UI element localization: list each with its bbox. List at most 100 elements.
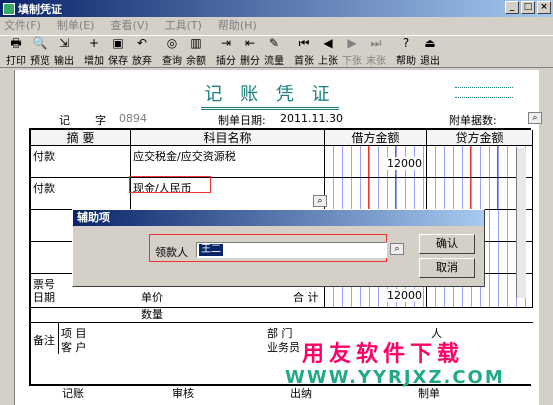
- toolbar-button[interactable]: 🔍 预览: [28, 36, 52, 67]
- date-label: 制单日期:: [218, 114, 266, 127]
- menu-view[interactable]: 查看(V): [110, 17, 148, 33]
- debit-cell[interactable]: [325, 178, 427, 209]
- app-icon: [3, 2, 15, 15]
- price-label: 单价: [141, 291, 163, 304]
- toolbar-button[interactable]: ⇤ 删分: [238, 36, 262, 67]
- col-debit: 借方金额: [325, 130, 427, 145]
- toolbar-button[interactable]: ▶ 下张: [340, 36, 364, 67]
- search-icon[interactable]: ⌕: [528, 112, 542, 124]
- voucher-type[interactable]: 记: [59, 112, 70, 128]
- toolbar-label: 查询: [162, 56, 182, 67]
- toolbar-label: 增加: [84, 56, 104, 67]
- toolbar-button[interactable]: ◀ 上张: [316, 36, 340, 67]
- toolbar-button[interactable]: + 增加: [82, 36, 106, 67]
- table-row[interactable]: 付款 现金/人民币 ⌕: [31, 178, 533, 210]
- dialog-title: 辅助项: [73, 210, 484, 226]
- debit-cell[interactable]: 12000: [325, 146, 427, 177]
- summary-cell[interactable]: 付款: [31, 178, 131, 209]
- toolbar-label: 下张: [342, 56, 362, 67]
- toolbar-button[interactable]: ⇥ 插分: [214, 36, 238, 67]
- voucher-title: 记 账 凭 证: [201, 80, 339, 110]
- qty-row: 数量: [31, 308, 533, 322]
- toolbar-button[interactable]: ✎ 流量: [262, 36, 286, 67]
- voucher-type-suffix: 字: [95, 114, 106, 127]
- toolbar: 🖶 打印 🔍 预览 ⇲ 输出 + 增加 ▣ 保存 ↶ 放弃 ◎ 查询 ▥ 余额 ⇥ 插分 ⇤ 删分 ✎ 流量 ⏮ 首张 ◀ 上张 ▶…: [0, 35, 553, 68]
- delete-row-icon: ⇤: [244, 36, 256, 50]
- exit-icon: ⏏: [424, 36, 436, 50]
- flow-icon: ✎: [268, 36, 280, 50]
- save-icon: ▣: [112, 36, 124, 50]
- balance-chart-icon: ▥: [190, 36, 202, 50]
- account-cell[interactable]: 应交税金/应交资源税: [131, 146, 325, 177]
- highlight-box: [129, 176, 211, 193]
- toolbar-label: 帮助: [396, 56, 416, 67]
- cancel-button[interactable]: 取消: [419, 258, 475, 278]
- next-icon: ▶: [347, 36, 357, 50]
- watermark-url: WWW.YYRJXZ.COM: [285, 367, 505, 388]
- toolbar-button[interactable]: ⏮ 首张: [292, 36, 316, 67]
- remark-label: 备注: [33, 334, 55, 347]
- window-title: 填制凭证: [18, 2, 62, 16]
- preview-icon: 🔍: [32, 36, 48, 50]
- summary-cell[interactable]: 付款: [31, 146, 131, 177]
- insert-row-icon: ⇥: [220, 36, 232, 50]
- last-icon: ⏭: [370, 36, 382, 50]
- undo-icon: ↶: [136, 36, 148, 50]
- decor-line: [455, 97, 513, 98]
- toolbar-button[interactable]: ◎ 查询: [160, 36, 184, 67]
- voucher-number[interactable]: 0894: [119, 112, 147, 125]
- toolbar-button[interactable]: ↶ 放弃: [130, 36, 154, 67]
- add-icon: +: [88, 36, 100, 50]
- toolbar-button[interactable]: ⏭ 末张: [364, 36, 388, 67]
- prev-icon: ◀: [323, 36, 333, 50]
- binoculars-icon: ◎: [166, 36, 178, 50]
- customer-label: 客 户: [61, 341, 87, 354]
- attachments-label: 附单据数:: [449, 114, 497, 127]
- toolbar-label: 打印: [6, 56, 26, 67]
- toolbar-label: 流量: [264, 56, 284, 67]
- col-summary: 摘 要: [31, 130, 131, 145]
- col-credit: 贷方金额: [427, 130, 533, 145]
- toolbar-label: 上张: [318, 56, 338, 67]
- decor-line: [455, 87, 513, 88]
- menu-edit[interactable]: 制单(E): [57, 17, 95, 33]
- voucher-date[interactable]: 2011.11.30: [280, 112, 343, 125]
- toolbar-button[interactable]: ▣ 保存: [106, 36, 130, 67]
- toolbar-button[interactable]: ⏏ 退出: [418, 36, 442, 67]
- footer-post: 记账: [62, 387, 84, 400]
- payee-label: 领款人: [155, 246, 188, 259]
- close-button[interactable]: ×: [537, 1, 551, 14]
- scrollbar[interactable]: [516, 148, 526, 298]
- ticket-date-label: 日期: [33, 291, 55, 304]
- search-icon[interactable]: ⌕: [390, 243, 404, 255]
- col-account: 科目名称: [131, 130, 325, 145]
- export-icon: ⇲: [58, 36, 70, 50]
- menu-tools[interactable]: 工具(T): [165, 17, 202, 33]
- toolbar-button[interactable]: ▥ 余额: [184, 36, 208, 67]
- minimize-button[interactable]: _: [505, 1, 519, 14]
- toolbar-button[interactable]: 🖶 打印: [4, 36, 28, 67]
- grid-header-row: 摘 要 科目名称 借方金额 贷方金额: [31, 130, 533, 146]
- window-titlebar: 填制凭证 _ □ ×: [0, 0, 553, 17]
- ok-button[interactable]: 确认: [419, 234, 475, 254]
- payee-value[interactable]: 王二: [199, 244, 223, 256]
- first-icon: ⏮: [298, 36, 310, 50]
- toolbar-button[interactable]: ? 帮助: [394, 36, 418, 67]
- total-debit: 12000: [387, 289, 422, 302]
- footer-audit: 审核: [172, 387, 194, 400]
- menu-help[interactable]: 帮助(H): [218, 17, 257, 33]
- menu-file[interactable]: 文件(F): [4, 17, 41, 33]
- toolbar-label: 保存: [108, 56, 128, 67]
- toolbar-label: 末张: [366, 56, 386, 67]
- toolbar-label: 退出: [420, 56, 440, 67]
- maximize-button[interactable]: □: [521, 1, 535, 14]
- total-label: 合 计: [293, 291, 319, 304]
- toolbar-label: 插分: [216, 56, 236, 67]
- toolbar-label: 预览: [30, 56, 50, 67]
- toolbar-button[interactable]: ⇲ 输出: [52, 36, 76, 67]
- table-row[interactable]: 付款 应交税金/应交资源税 12000: [31, 146, 533, 178]
- menu-bar: 文件(F) 制单(E) 查看(V) 工具(T) 帮助(H): [0, 17, 553, 33]
- toolbar-label: 删分: [240, 56, 260, 67]
- payee-input[interactable]: 王二: [196, 242, 387, 258]
- toolbar-label: 放弃: [132, 56, 152, 67]
